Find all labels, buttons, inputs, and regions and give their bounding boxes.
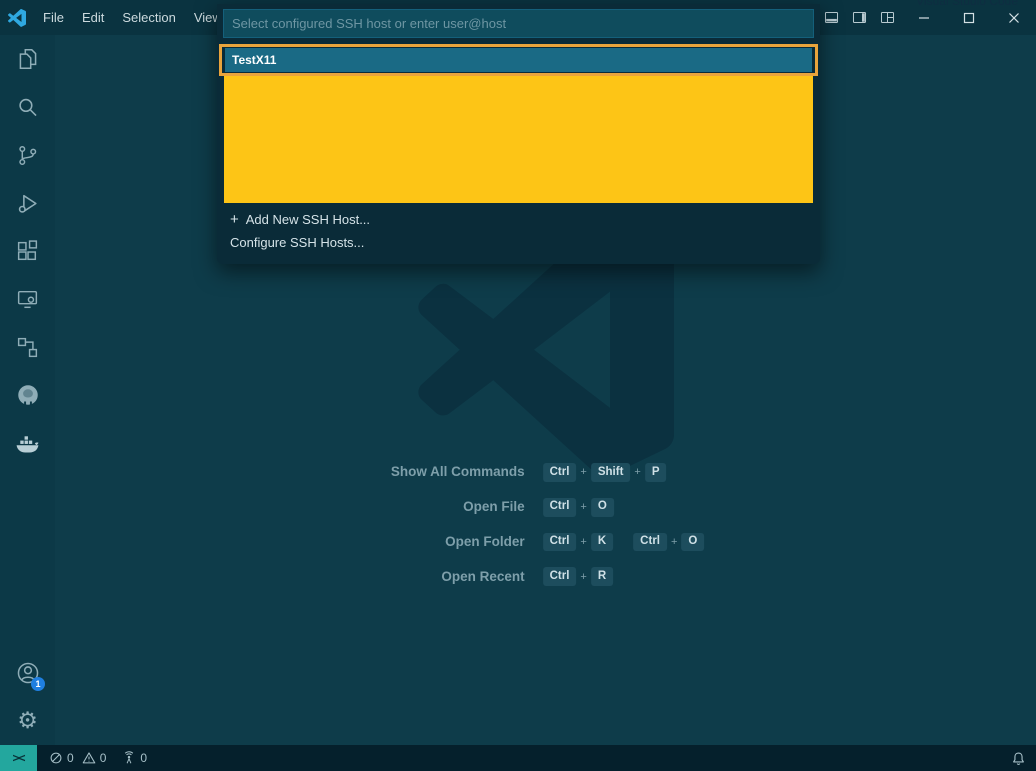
- remote-indicator[interactable]: ><: [0, 745, 37, 771]
- settings-gear-icon[interactable]: ⚙: [0, 697, 55, 745]
- radio-tower-icon: [122, 751, 136, 765]
- kbd-key: Ctrl: [543, 463, 577, 482]
- bell-icon[interactable]: [1011, 751, 1026, 766]
- shortcut-label: Open Recent: [385, 568, 525, 586]
- plus-icon: +: [230, 211, 239, 228]
- key-separator: +: [580, 501, 586, 513]
- hierarchy-icon[interactable]: [0, 323, 55, 371]
- source-control-icon[interactable]: [0, 131, 55, 179]
- warning-icon: [82, 751, 96, 765]
- menu-edit[interactable]: Edit: [73, 0, 113, 35]
- run-debug-icon[interactable]: [0, 179, 55, 227]
- warning-count: 0: [100, 751, 107, 765]
- remote-glyph: ><: [12, 751, 24, 765]
- key-separator: +: [580, 536, 586, 548]
- toggle-secondary-sidebar-icon[interactable]: [845, 0, 873, 35]
- extensions-icon[interactable]: [0, 227, 55, 275]
- error-icon: [49, 751, 63, 765]
- annotation-overlay: [224, 76, 813, 203]
- port-count: 0: [140, 751, 147, 765]
- key-separator: +: [580, 571, 586, 583]
- toggle-panel-icon[interactable]: [817, 0, 845, 35]
- kbd-key: R: [591, 567, 613, 586]
- error-count: 0: [67, 751, 74, 765]
- watermark-shortcuts: Show All Commands Ctrl + Shift + P Open …: [385, 463, 707, 586]
- quickpick-input[interactable]: [223, 9, 814, 38]
- quickpick-item-testx11[interactable]: TestX11: [225, 48, 812, 72]
- vscode-logo-icon: [0, 9, 34, 27]
- accounts-icon[interactable]: 1: [0, 649, 55, 697]
- gear-glyph: ⚙: [17, 710, 38, 733]
- quickpick-item-label: TestX11: [232, 53, 276, 67]
- menu-file[interactable]: File: [34, 0, 73, 35]
- kbd-key: Ctrl: [633, 533, 667, 552]
- shortcut-keys: Ctrl + O: [541, 498, 616, 517]
- activity-bar-bottom: 1 ⚙: [0, 649, 55, 745]
- key-separator: +: [580, 466, 586, 478]
- shortcut-keys: Ctrl + Shift + P: [541, 463, 669, 482]
- kbd-key: P: [645, 463, 667, 482]
- kbd-key: O: [681, 533, 704, 552]
- search-icon[interactable]: [0, 83, 55, 131]
- quickpick-item-add-new-ssh-host[interactable]: + Add New SSH Host...: [223, 208, 814, 231]
- activity-bar: 1 ⚙: [0, 35, 55, 745]
- remote-explorer-icon[interactable]: [0, 275, 55, 323]
- shortcut-row-show-all-commands: Show All Commands Ctrl + Shift + P: [385, 463, 707, 482]
- shortcut-row-open-file: Open File Ctrl + O: [385, 498, 707, 517]
- shortcut-label: Open File: [385, 498, 525, 516]
- status-bar: >< 0 0 0: [0, 745, 1036, 771]
- menu-selection[interactable]: Selection: [113, 0, 184, 35]
- shortcut-row-open-recent: Open Recent Ctrl + R: [385, 567, 707, 586]
- customize-layout-icon[interactable]: [873, 0, 901, 35]
- kbd-key: Ctrl: [543, 498, 577, 517]
- window-title-fragment: Visual Studio Code: [916, 0, 1018, 8]
- docker-icon[interactable]: [0, 419, 55, 467]
- key-separator: +: [634, 466, 640, 478]
- quickpick-list: TestX11 + Add New SSH Host... Configure …: [223, 44, 814, 254]
- statusbar-right: [1011, 751, 1026, 766]
- kbd-key: Ctrl: [543, 533, 577, 552]
- accounts-badge: 1: [31, 677, 45, 691]
- kbd-key: K: [591, 533, 613, 552]
- menu-bar: File Edit Selection View: [34, 0, 231, 35]
- kbd-key: Shift: [591, 463, 631, 482]
- quickpick-item-label: Configure SSH Hosts...: [230, 235, 364, 250]
- shortcut-label: Open Folder: [385, 533, 525, 551]
- shortcut-keys: Ctrl + K Ctrl + O: [541, 533, 707, 552]
- shortcut-keys: Ctrl + R: [541, 567, 616, 586]
- ports-indicator[interactable]: 0: [122, 751, 151, 765]
- quickpick-item-configure-ssh-hosts[interactable]: Configure SSH Hosts...: [223, 231, 814, 254]
- quickpick-item-label: Add New SSH Host...: [246, 212, 370, 227]
- problems-indicator[interactable]: 0 0: [49, 751, 110, 765]
- kbd-key: O: [591, 498, 614, 517]
- explorer-icon[interactable]: [0, 35, 55, 83]
- annotation-highlight-box: TestX11: [219, 44, 818, 76]
- key-separator: +: [671, 536, 677, 548]
- kbd-key: Ctrl: [543, 567, 577, 586]
- shortcut-label: Show All Commands: [385, 463, 525, 481]
- ssh-host-quickpick: TestX11 + Add New SSH Host... Configure …: [217, 4, 820, 264]
- shortcut-row-open-folder: Open Folder Ctrl + K Ctrl + O: [385, 533, 707, 552]
- github-icon[interactable]: [0, 371, 55, 419]
